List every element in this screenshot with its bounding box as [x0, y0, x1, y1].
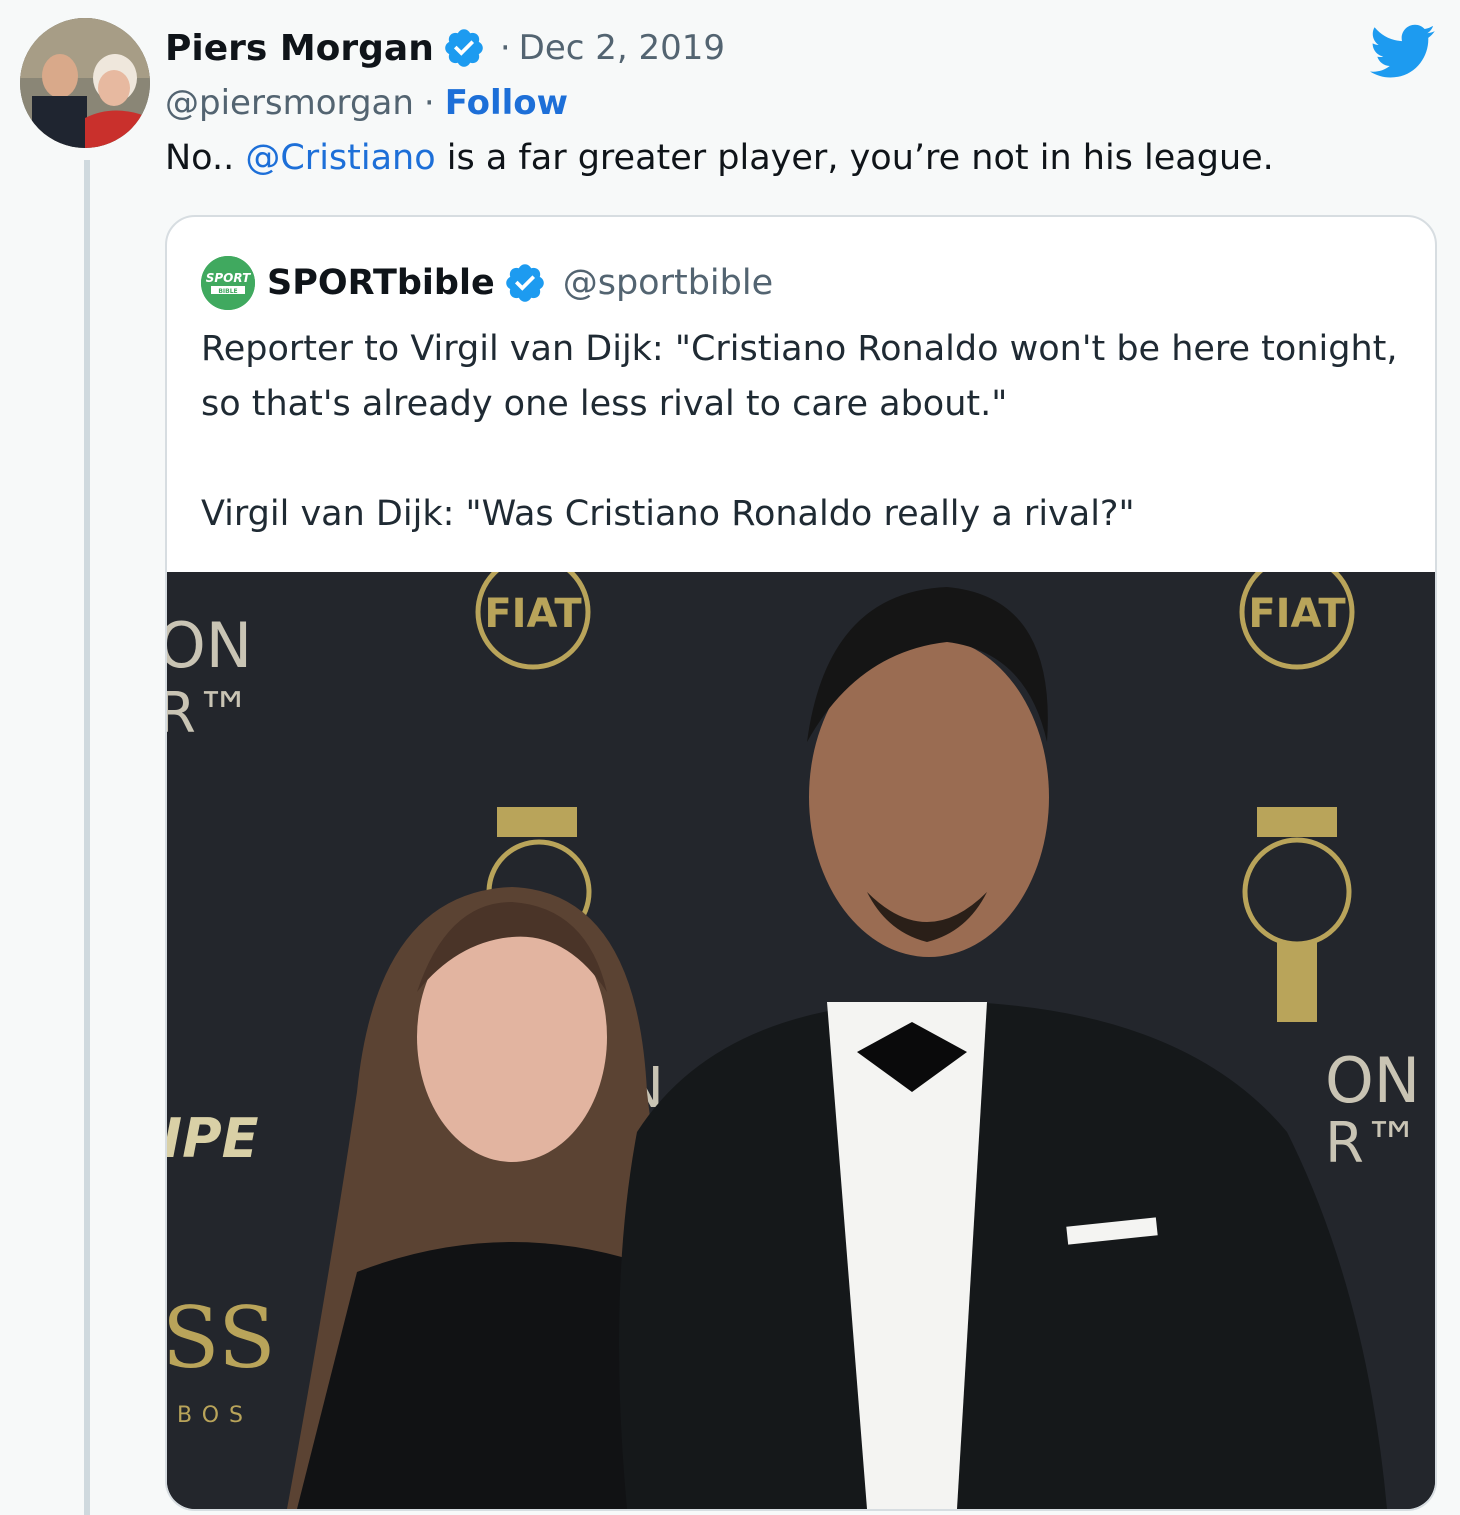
tweet-date[interactable]: Dec 2, 2019	[519, 28, 725, 68]
tweet-text-prefix: No..	[165, 138, 246, 178]
quoted-tweet-paragraph-1: Reporter to Virgil van Dijk: "Cristiano …	[201, 329, 1398, 424]
backdrop-text: FIAT	[484, 591, 582, 637]
backdrop-text: SS	[167, 1289, 276, 1387]
separator-dot: ·	[423, 83, 435, 123]
tweet-text: No.. @Cristiano is a far greater player,…	[165, 132, 1274, 184]
quoted-author-handle[interactable]: @sportbible	[563, 263, 773, 303]
red-carpet-photo: FIAT FIAT ON R™ ON R™ IPE SS BOS N	[167, 572, 1435, 1509]
sportbible-logo-icon: SPORT BIBLE	[201, 256, 255, 310]
twitter-bird-icon[interactable]	[1370, 24, 1436, 80]
tweet-subheader: @piersmorgan · Follow	[165, 78, 568, 128]
quoted-tweet-photo[interactable]: FIAT FIAT ON R™ ON R™ IPE SS BOS N	[167, 572, 1435, 1509]
quoted-author-avatar[interactable]: SPORT BIBLE	[201, 256, 255, 310]
backdrop-text: FIAT	[1248, 591, 1346, 637]
author-avatar[interactable]	[20, 18, 150, 148]
quoted-tweet-paragraph-2: Virgil van Dijk: "Was Cristiano Ronaldo …	[201, 494, 1135, 534]
separator-dot: ·	[499, 28, 511, 68]
sportbible-logo-text-top: SPORT	[206, 271, 251, 285]
quoted-tweet[interactable]: SPORT BIBLE SPORTbible @sportbible Repor…	[165, 215, 1437, 1511]
quoted-author-display-name[interactable]: SPORTbible	[267, 263, 495, 303]
author-display-name[interactable]: Piers Morgan	[165, 28, 434, 69]
quoted-tweet-header: SPORT BIBLE SPORTbible @sportbible	[201, 255, 773, 311]
backdrop-text: R™	[1325, 1111, 1420, 1176]
backdrop-text: R™	[167, 681, 252, 746]
avatar-photo	[20, 18, 150, 148]
thread-connector-line	[84, 160, 90, 1515]
backdrop-text: BOS	[177, 1403, 253, 1428]
tweet-header: Piers Morgan · Dec 2, 2019	[165, 22, 725, 74]
verified-badge-icon	[505, 264, 544, 302]
mention-link[interactable]: @Cristiano	[245, 138, 435, 178]
tweet-card: Piers Morgan · Dec 2, 2019 @piersmorgan …	[0, 0, 1460, 1515]
backdrop-text: IPE	[167, 1107, 259, 1170]
author-handle[interactable]: @piersmorgan	[165, 83, 414, 123]
backdrop-text: ON	[167, 609, 252, 682]
verified-badge-icon	[445, 29, 483, 67]
tweet-text-suffix: is a far greater player, you’re not in h…	[435, 138, 1274, 178]
quoted-tweet-text: Reporter to Virgil van Dijk: "Cristiano …	[201, 322, 1401, 542]
backdrop-text: ON	[1325, 1044, 1420, 1117]
sportbible-logo-text-bottom: BIBLE	[218, 288, 237, 295]
follow-button[interactable]: Follow	[445, 83, 568, 123]
